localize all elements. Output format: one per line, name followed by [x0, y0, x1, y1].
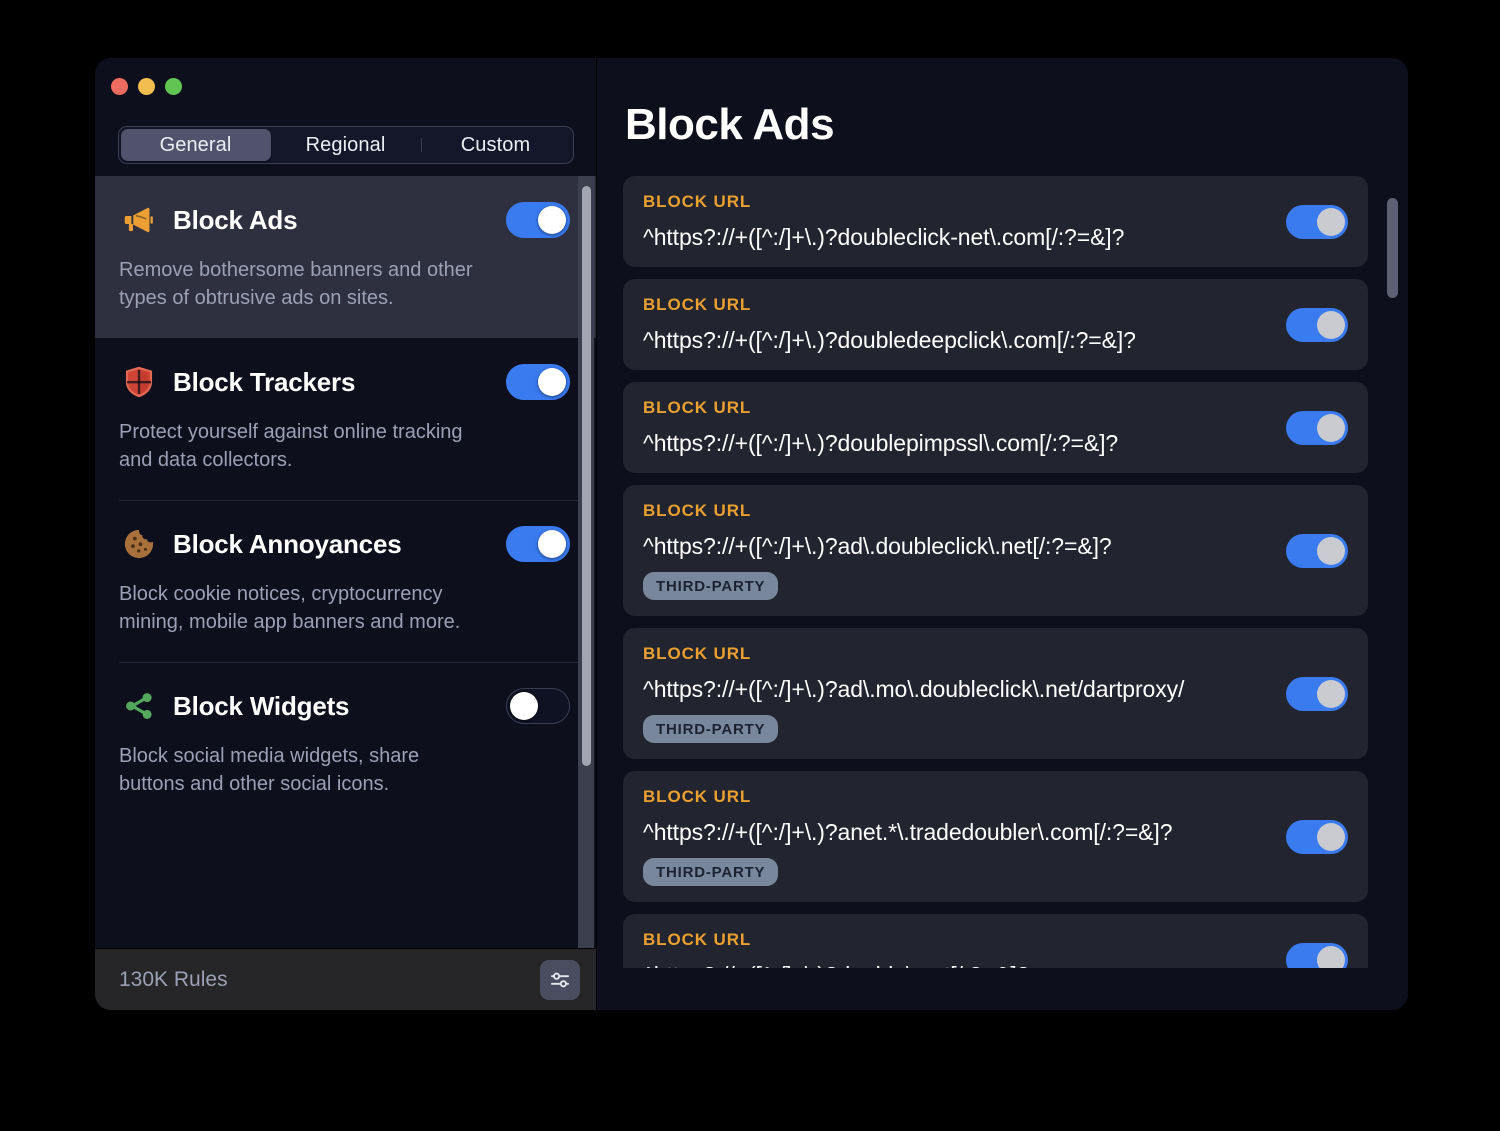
- panel-footer: [597, 968, 1408, 1010]
- rule-pattern: ^https?://+([^:/]+\.)?doubleclick-net\.c…: [643, 224, 1125, 250]
- rule-row[interactable]: BLOCK URL ^https?://+([^:/]+\.)?ad\.doub…: [623, 485, 1368, 616]
- window-titlebar: [95, 58, 596, 114]
- rules-list: BLOCK URL ^https?://+([^:/]+\.)?doublecl…: [597, 176, 1408, 968]
- zoom-window-button[interactable]: [165, 77, 182, 95]
- blocker-header: Block Widgets: [119, 684, 570, 728]
- blocker-toggle-block-trackers[interactable]: [506, 364, 570, 400]
- rule-badges: THIRD-PARTY: [643, 715, 1348, 743]
- rule-type-label: BLOCK URL: [643, 644, 752, 663]
- blocker-item-block-widgets[interactable]: Block Widgets Block social media widgets…: [95, 662, 596, 824]
- tab-general[interactable]: General: [120, 129, 271, 161]
- blocker-toggle-block-widgets[interactable]: [506, 688, 570, 724]
- rule-toggle[interactable]: [1286, 819, 1348, 854]
- rule-row[interactable]: BLOCK URL ^https?://+([^:/]+\.)?doublede…: [623, 279, 1368, 370]
- rule-type-label: BLOCK URL: [643, 398, 752, 417]
- shield-icon: [119, 362, 159, 402]
- status-badge: THIRD-PARTY: [643, 858, 779, 886]
- sidebar: General Regional Custom Block Ads Remove…: [95, 58, 597, 1010]
- blocker-description: Remove bothersome banners and other type…: [119, 259, 473, 309]
- rule-badges: THIRD-PARTY: [643, 572, 1348, 600]
- rule-row[interactable]: BLOCK URL ^https?://+([^:/]+\.)?ad\.mo\.…: [623, 628, 1368, 759]
- rules-count-label: 130K Rules: [119, 967, 228, 991]
- cookie-icon: [119, 524, 159, 564]
- toggle-knob: [1317, 207, 1345, 236]
- panel-scrollbar-thumb[interactable]: [1387, 198, 1398, 298]
- rule-toggle[interactable]: [1286, 942, 1348, 968]
- sidebar-footer: 130K Rules: [95, 948, 596, 1010]
- tab-custom[interactable]: Custom: [420, 129, 571, 161]
- blocker-description: Block social media widgets, share button…: [119, 745, 420, 795]
- rule-type-label: BLOCK URL: [643, 295, 752, 314]
- rule-pattern: ^https?://+([^:/]+\.)?anet.*\.tradedoubl…: [643, 819, 1173, 845]
- blocker-description: Protect yourself against online tracking…: [119, 421, 463, 471]
- tab-bar-container: General Regional Custom: [95, 114, 596, 176]
- rule-row[interactable]: BLOCK URL ^https?://+([^:/]+\.)?double\.…: [623, 914, 1368, 968]
- status-badge: THIRD-PARTY: [643, 572, 779, 600]
- tab-bar: General Regional Custom: [117, 126, 574, 164]
- rule-type-label: BLOCK URL: [643, 787, 752, 806]
- sliders-icon[interactable]: [540, 959, 580, 1000]
- toggle-knob: [1317, 413, 1345, 442]
- blocker-header: Block Trackers: [119, 360, 570, 404]
- blocker-header: Block Annoyances: [119, 522, 570, 566]
- toggle-knob: [510, 692, 538, 720]
- toggle-knob: [1317, 945, 1345, 968]
- blocker-title: Block Trackers: [173, 366, 356, 397]
- blocker-toggle-block-ads[interactable]: [506, 202, 570, 238]
- rule-badges: THIRD-PARTY: [643, 858, 1348, 886]
- page-title: Block Ads: [625, 100, 835, 149]
- app-window: General Regional Custom Block Ads Remove…: [95, 58, 1408, 1010]
- toggle-knob: [538, 368, 566, 396]
- blocker-description: Block cookie notices, cryptocurrency min…: [119, 583, 461, 633]
- blocker-title: Block Widgets: [173, 690, 350, 721]
- rule-type-label: BLOCK URL: [643, 192, 752, 211]
- rule-type-label: BLOCK URL: [643, 930, 752, 949]
- minimize-window-button[interactable]: [138, 77, 155, 95]
- toggle-knob: [538, 206, 566, 234]
- rule-toggle[interactable]: [1286, 307, 1348, 342]
- toggle-knob: [1317, 679, 1345, 708]
- blocker-item-block-trackers[interactable]: Block Trackers Protect yourself against …: [95, 338, 596, 500]
- toggle-knob: [1317, 822, 1345, 851]
- share-icon: [119, 686, 159, 726]
- rule-row[interactable]: BLOCK URL ^https?://+([^:/]+\.)?doublecl…: [623, 176, 1368, 267]
- blocker-title: Block Annoyances: [173, 528, 402, 559]
- rule-pattern: ^https?://+([^:/]+\.)?double\.net[/:?=&]…: [643, 962, 1348, 968]
- rule-row[interactable]: BLOCK URL ^https?://+([^:/]+\.)?doublepi…: [623, 382, 1368, 473]
- blocker-toggle-block-annoyances[interactable]: [506, 526, 570, 562]
- close-window-button[interactable]: [111, 77, 128, 95]
- rule-toggle[interactable]: [1286, 410, 1348, 445]
- blocker-title: Block Ads: [173, 204, 298, 235]
- tab-regional[interactable]: Regional: [271, 129, 421, 161]
- blocker-item-block-annoyances[interactable]: Block Annoyances Block cookie notices, c…: [95, 500, 596, 662]
- sidebar-scrollbar[interactable]: [578, 176, 594, 948]
- blocker-item-block-ads[interactable]: Block Ads Remove bothersome banners and …: [95, 176, 596, 338]
- rules-panel: Block Ads BLOCK URL ^https?://+([^:/]+\.…: [597, 58, 1408, 1010]
- blocker-header: Block Ads: [119, 198, 570, 242]
- rule-pattern: ^https?://+([^:/]+\.)?ad\.doubleclick\.n…: [643, 533, 1112, 559]
- status-badge: THIRD-PARTY: [643, 715, 779, 743]
- rule-toggle[interactable]: [1286, 676, 1348, 711]
- megaphone-icon: [119, 200, 159, 240]
- rule-toggle[interactable]: [1286, 533, 1348, 568]
- sidebar-scrollbar-thumb[interactable]: [582, 186, 591, 766]
- rule-toggle[interactable]: [1286, 204, 1348, 239]
- rule-row[interactable]: BLOCK URL ^https?://+([^:/]+\.)?anet.*\.…: [623, 771, 1368, 902]
- rule-pattern: ^https?://+([^:/]+\.)?doubledeepclick\.c…: [643, 327, 1136, 353]
- blocker-list: Block Ads Remove bothersome banners and …: [95, 176, 596, 948]
- rule-type-label: BLOCK URL: [643, 501, 752, 520]
- toggle-knob: [538, 530, 566, 558]
- rule-pattern: ^https?://+([^:/]+\.)?doublepimpssl\.com…: [643, 430, 1119, 456]
- rule-pattern: ^https?://+([^:/]+\.)?ad\.mo\.doubleclic…: [643, 676, 1185, 702]
- toggle-knob: [1317, 310, 1345, 339]
- toggle-knob: [1317, 536, 1345, 565]
